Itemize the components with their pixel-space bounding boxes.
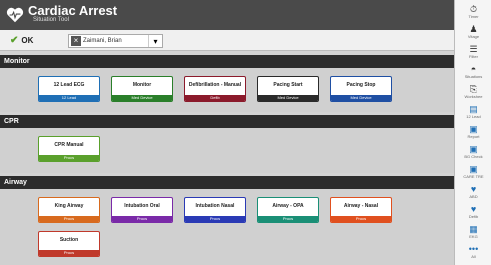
section-cpr: CPR Manual Procs	[0, 128, 454, 173]
card-king-airway[interactable]: King Airway Procs	[38, 197, 100, 223]
bg-icon: ▣	[469, 144, 478, 154]
card-pacing-stop[interactable]: Pacing Stop Med Device	[330, 76, 392, 102]
report-icon: ▣	[469, 124, 478, 134]
card-intubation-oral[interactable]: Intubation Oral Procs	[111, 197, 173, 223]
heart-icon: ♥	[470, 184, 477, 194]
card-tag: Procs	[185, 216, 245, 222]
sidebar-item-timer[interactable]: ⏱ Timer	[455, 2, 491, 24]
figure-icon: ♟	[469, 24, 478, 34]
section-monitor: 12 Lead ECG 12 Lead Monitor Med Device Defib…	[0, 68, 454, 112]
sidebar-item-filter[interactable]: ☰ Filter	[455, 42, 491, 64]
ok-button[interactable]: ✔ OK	[4, 33, 39, 48]
section-header-monitor: Monitor	[0, 55, 454, 68]
card-pacing-start[interactable]: Pacing Start Med Device	[257, 76, 319, 102]
clear-icon[interactable]: ×	[71, 36, 81, 46]
page-title: Cardiac Arrest	[28, 3, 118, 18]
sidebar-item-label: Filter	[469, 54, 478, 59]
action-bar: ✔ OK × Zaimani, Brian ▾	[0, 30, 454, 51]
sidebar-item-bg-check[interactable]: ▣ BG Check	[455, 142, 491, 164]
ok-label: OK	[21, 36, 34, 45]
card-label: King Airway	[54, 203, 84, 209]
card-tag: Med Device	[112, 95, 172, 101]
sidebar-item-label: Report	[467, 134, 480, 139]
worksheet-icon: ⎘	[469, 84, 478, 94]
card-label: Suction	[59, 237, 79, 243]
care-icon: ▣	[469, 164, 478, 174]
sidebar-item-label: Timer	[468, 14, 479, 19]
sidebar-item-workshee[interactable]: ⎘ Workshee	[455, 82, 491, 104]
card-monitor[interactable]: Monitor Med Device	[111, 76, 173, 102]
sidebar-item-care-tre[interactable]: ▣ CARE TRE	[455, 162, 491, 184]
sidebar-item-label: ABD	[469, 194, 478, 199]
sidebar-item-ekg[interactable]: ▦ EKG	[455, 222, 491, 244]
card-tag: Procs	[39, 216, 99, 222]
page-subtitle: Situation Tool	[33, 17, 69, 23]
card-label: Airway - Nasal	[343, 203, 379, 209]
sidebar-item-situations[interactable]: ◓ Situations	[455, 62, 491, 84]
heart-logo-icon	[6, 7, 24, 23]
sidebar-item-defib[interactable]: ♥ Defib	[455, 202, 491, 224]
sidebar-item-label: Workshee	[464, 94, 483, 99]
sidebar-item-12-lead[interactable]: ▤ 12 Lead	[455, 102, 491, 124]
card-label: 12 Lead ECG	[53, 82, 85, 88]
card-tag: Procs	[258, 216, 318, 222]
card-intubation-nasal[interactable]: Intubation Nasal Procs	[184, 197, 246, 223]
card-airway-opa[interactable]: Airway - OPA Procs	[257, 197, 319, 223]
sidebar-item-label: Defib	[468, 214, 479, 219]
filter-icon: ☰	[469, 44, 478, 54]
user-name: Zaimani, Brian	[83, 38, 122, 44]
sidebar-item-label: EKG	[469, 234, 478, 239]
user-select[interactable]: × Zaimani, Brian ▾	[68, 34, 163, 48]
card-label: CPR Manual	[54, 142, 84, 148]
check-icon: ✔	[10, 35, 19, 46]
card-label: Intubation Oral	[124, 203, 160, 209]
ecg-icon: ▤	[469, 104, 478, 114]
clock-icon: ⏱	[469, 4, 478, 14]
card-airway-nasal[interactable]: Airway - Nasal Procs	[330, 197, 392, 223]
right-sidebar: ⏱ Timer ♟ Vitage ☰ Filter ◓ Situations ⎘ Workshee…	[454, 0, 491, 265]
sidebar-item-label: 12 Lead	[466, 114, 481, 119]
main-content: Monitor 12 Lead ECG 12 Lead Monitor Med Dev…	[0, 51, 454, 265]
ekg-icon: ▦	[469, 224, 478, 234]
sidebar-item-label: All	[471, 254, 476, 259]
card-tag: Defib	[185, 95, 245, 101]
card-label: Pacing Start	[273, 82, 303, 88]
card-label: Airway - OPA	[272, 203, 304, 209]
sidebar-item-report[interactable]: ▣ Report	[455, 122, 491, 144]
sidebar-item-label: Situations	[464, 74, 483, 79]
card-label: Intubation Nasal	[195, 203, 235, 209]
card-tag: Procs	[331, 216, 391, 222]
card-12-lead-ecg[interactable]: 12 Lead ECG 12 Lead	[38, 76, 100, 102]
card-label: Pacing Stop	[346, 82, 376, 88]
defib-icon: ♥	[470, 204, 477, 214]
card-tag: Procs	[112, 216, 172, 222]
sidebar-item-label: Vitage	[467, 34, 480, 39]
chevron-down-icon[interactable]: ▾	[148, 35, 162, 47]
app-header: Cardiac Arrest Situation Tool	[0, 0, 454, 30]
card-tag: 12 Lead	[39, 95, 99, 101]
card-tag: Med Device	[331, 95, 391, 101]
sidebar-item-label: CARE TRE	[463, 174, 484, 179]
sidebar-item-abd[interactable]: ♥ ABD	[455, 182, 491, 204]
section-header-airway: Airway	[0, 176, 454, 189]
sidebar-item-label: BG Check	[464, 154, 483, 159]
card-tag: Procs	[39, 155, 99, 161]
situation-icon: ◓	[470, 64, 477, 74]
section-header-cpr: CPR	[0, 115, 454, 128]
card-defibrillation-manual[interactable]: Defibrillation - Manual Defib	[184, 76, 246, 102]
card-tag: Procs	[39, 250, 99, 256]
card-tag: Med Device	[258, 95, 318, 101]
card-label: Monitor	[132, 82, 152, 88]
card-label: Defibrillation - Manual	[188, 82, 242, 88]
card-cpr-manual[interactable]: CPR Manual Procs	[38, 136, 100, 162]
card-suction[interactable]: Suction Procs	[38, 231, 100, 257]
more-icon: •••	[468, 244, 479, 254]
sidebar-item-vitage[interactable]: ♟ Vitage	[455, 22, 491, 44]
sidebar-item-all[interactable]: ••• All	[455, 242, 491, 264]
section-airway: King Airway Procs Intubation Oral Procs Intu…	[0, 189, 454, 265]
